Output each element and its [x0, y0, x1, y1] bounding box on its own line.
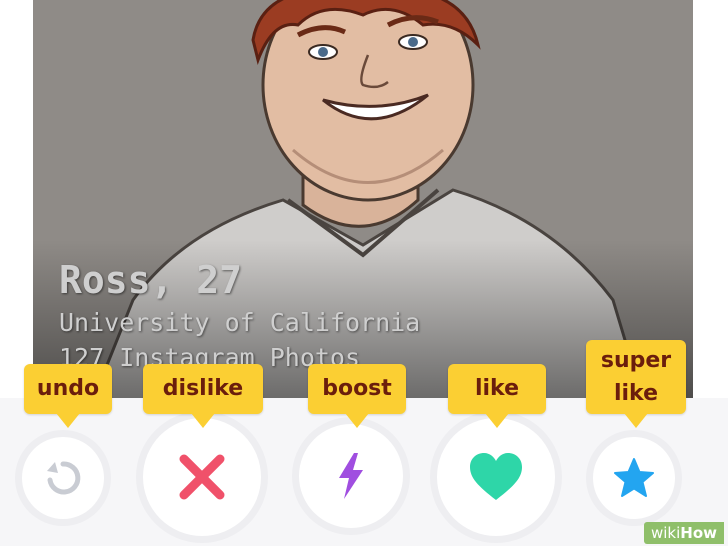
watermark-wiki: wiki: [650, 524, 681, 542]
undo-icon: [47, 461, 81, 495]
dislike-label: dislike: [143, 364, 263, 428]
star-icon: [614, 458, 654, 497]
x-icon: [179, 454, 225, 500]
undo-label: undo: [24, 364, 112, 428]
callout-pointer: [56, 413, 80, 428]
boost-button[interactable]: [299, 424, 403, 528]
profile-name: Ross, 27: [59, 258, 243, 302]
lightning-bolt-icon: [339, 453, 363, 499]
undo-label-text: undo: [36, 376, 100, 401]
callout-pointer: [624, 413, 648, 428]
dislike-label-text: dislike: [162, 376, 244, 401]
boost-label-text: boost: [322, 376, 392, 401]
like-button[interactable]: [437, 418, 555, 536]
undo-button[interactable]: [22, 437, 104, 519]
callout-pointer: [345, 413, 369, 428]
callout-pointer: [485, 413, 509, 428]
like-label-text: like: [474, 376, 520, 401]
watermark-how: How: [680, 524, 717, 542]
boost-label: boost: [308, 364, 406, 428]
profile-school: University of California: [59, 308, 421, 337]
dislike-button[interactable]: [143, 418, 261, 536]
super-like-label-text: super like: [600, 348, 672, 406]
callout-pointer: [191, 413, 215, 428]
wikihow-watermark: wikiHow: [644, 522, 724, 544]
super-like-label: super like: [586, 340, 686, 428]
super-like-button[interactable]: [593, 437, 675, 519]
heart-icon: [470, 453, 522, 500]
like-label: like: [448, 364, 546, 428]
